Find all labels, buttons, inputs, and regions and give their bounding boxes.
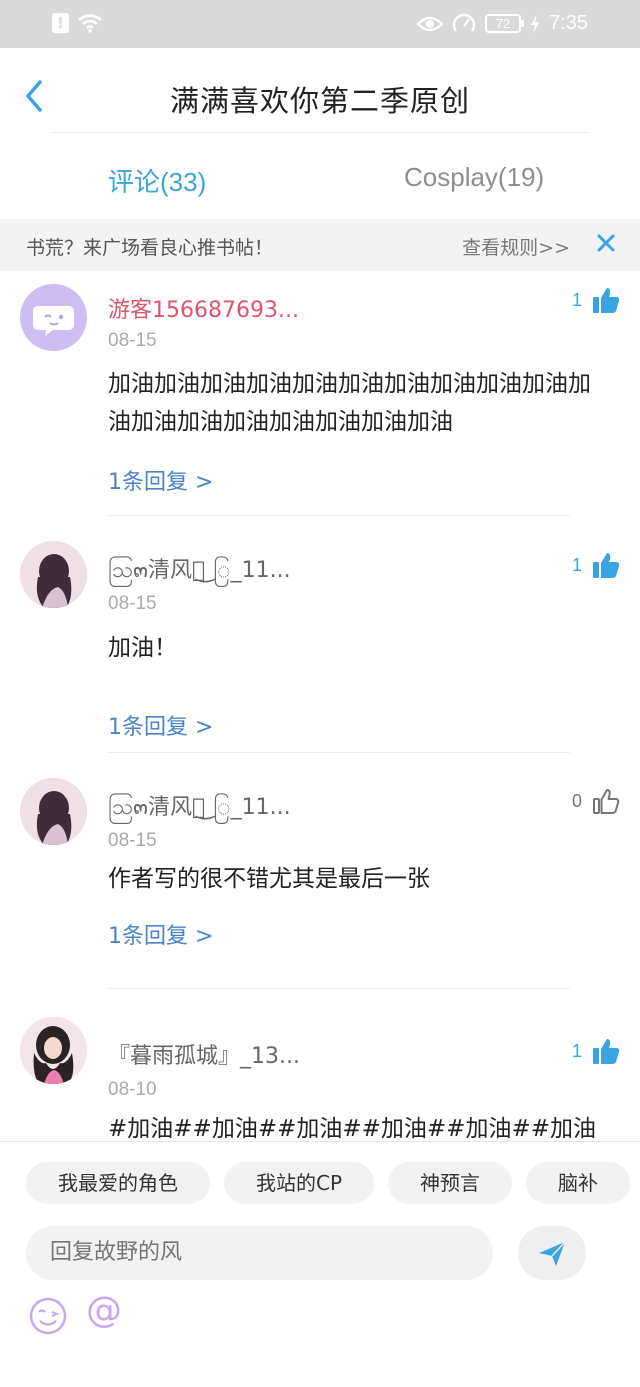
- thumbs-up-filled-icon: [593, 553, 620, 578]
- user-photo: [20, 1017, 87, 1084]
- user-photo: [20, 778, 87, 845]
- close-icon[interactable]: [594, 231, 618, 255]
- reply-panel: 我最爱的角色我站的CP 神预言脑补 @: [0, 1141, 640, 1387]
- like-button[interactable]: 0: [572, 787, 620, 815]
- avatar[interactable]: [20, 1017, 87, 1084]
- comment-text: 加油加油加油加油加油加油加油加油加油加油加油加油加油加油加油加油加油加油: [108, 371, 591, 435]
- chip-my-cp[interactable]: 我站的CP: [224, 1162, 375, 1204]
- like-count: 1: [571, 1040, 582, 1061]
- comment-text: 加油！: [108, 635, 177, 661]
- comment-date: 08-15: [108, 330, 157, 351]
- charging-icon: [531, 13, 540, 34]
- mention-icon[interactable]: @: [86, 1290, 122, 1331]
- tab-comments[interactable]: 评论(33): [108, 162, 206, 199]
- wifi-icon: [78, 14, 102, 33]
- alert-icon: !: [52, 13, 69, 33]
- like-button[interactable]: 1: [572, 551, 620, 579]
- comment-date: 08-15: [108, 593, 157, 614]
- chip-imagination[interactable]: 脑补: [526, 1162, 631, 1204]
- comment-item: ဩ๓清风ိ͜ ြ_11... 08-15 加油！ 1条回复 > 1: [0, 516, 640, 753]
- comment-item: 『暮雨孤城』_13... 08-10 #加油##加油##加油##加油##加油##…: [0, 989, 640, 1141]
- tab-cosplay[interactable]: Cosplay(19): [404, 162, 544, 193]
- quick-topic-chips: 我最爱的角色 我站的CP 神预言 脑补: [26, 1162, 640, 1204]
- header: 满满喜欢你第二季原创: [0, 48, 640, 148]
- like-count: 1: [571, 554, 582, 575]
- reply-count-link[interactable]: 1条回复 >: [108, 464, 213, 496]
- emoji-icon[interactable]: [28, 1296, 68, 1336]
- view-rules-link[interactable]: 查看规则>>: [462, 233, 570, 260]
- tab-bar: 评论(33) Cosplay(19): [0, 148, 640, 218]
- comment-text: 作者写的很不错尤其是最后一张: [108, 866, 430, 892]
- like-count: 1: [571, 289, 582, 310]
- notice-text[interactable]: 书荒？来广场看良心推书帖！: [26, 233, 273, 260]
- avatar[interactable]: [20, 541, 87, 608]
- clock: 7:35: [549, 12, 588, 34]
- notice-banner: 书荒？来广场看良心推书帖！ 查看规则>>: [0, 219, 640, 271]
- thumbs-up-filled-icon: [593, 1039, 620, 1064]
- reply-count-link[interactable]: 1条回复 >: [108, 918, 213, 950]
- send-icon: [539, 1241, 566, 1266]
- user-photo: [20, 541, 87, 608]
- thumbs-up-outline-icon: [593, 789, 620, 814]
- battery-icon: 72: [485, 14, 525, 33]
- send-button[interactable]: [518, 1226, 586, 1280]
- divider: [50, 132, 590, 133]
- like-button[interactable]: 1: [572, 1037, 620, 1065]
- comment-username[interactable]: ဩ๓清风ိ͜ ြ_11...: [108, 789, 291, 825]
- comment-list[interactable]: 游客156687693... 08-15 加油加油加油加油加油加油加油加油加油加…: [0, 271, 640, 1141]
- comment-username[interactable]: ဩ๓清风ိ͜ ြ_11...: [108, 552, 291, 588]
- status-bar: ! 72 7:35: [0, 0, 640, 48]
- like-count: 0: [571, 790, 582, 811]
- avatar[interactable]: [20, 778, 87, 845]
- speed-icon: [452, 13, 476, 32]
- comment-date: 08-10: [108, 1079, 157, 1100]
- comment-item: ဩ๓清风ိ͜ ြ_11... 08-15 作者写的很不错尤其是最后一张 1条回复…: [0, 753, 640, 989]
- chip-favorite-character[interactable]: 我最爱的角色: [26, 1162, 210, 1204]
- comment-item: 游客156687693... 08-15 加油加油加油加油加油加油加油加油加油加…: [0, 271, 640, 516]
- eye-icon: [417, 16, 444, 31]
- avatar[interactable]: [20, 284, 87, 351]
- comment-date: 08-15: [108, 830, 157, 851]
- reply-input[interactable]: [26, 1226, 493, 1280]
- like-button[interactable]: 1: [572, 286, 620, 314]
- page-title: 满满喜欢你第二季原创: [169, 84, 470, 118]
- comment-username[interactable]: 『暮雨孤城』_13...: [108, 1038, 300, 1070]
- comment-username[interactable]: 游客156687693...: [108, 292, 299, 324]
- thumbs-up-filled-icon: [593, 288, 620, 313]
- comment-text: #加油##加油##加油##加油##加油##加油##加油##加油##加油##加油#…: [108, 1116, 596, 1141]
- chip-prophecy[interactable]: 神预言: [388, 1162, 513, 1204]
- reply-count-link[interactable]: 1条回复 >: [108, 709, 213, 741]
- guest-avatar-icon: [33, 306, 74, 336]
